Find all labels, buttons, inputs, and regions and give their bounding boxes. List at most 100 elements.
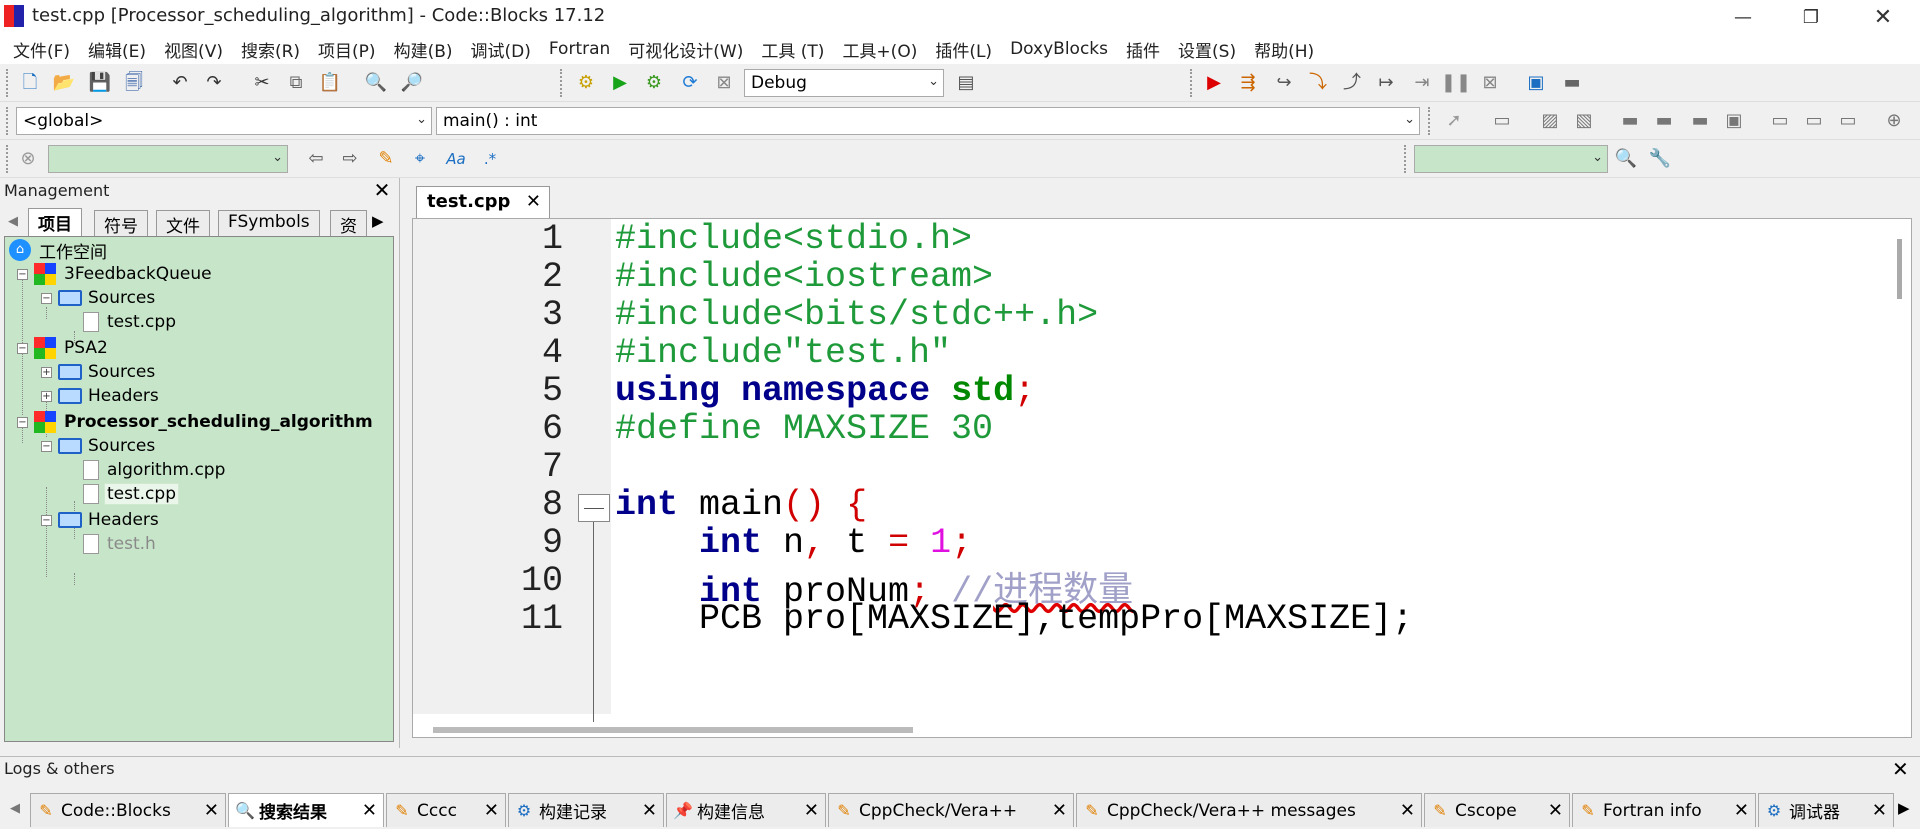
menu-plugins[interactable]: 插件(L) [926, 37, 1001, 62]
undo-icon[interactable]: ↶ [166, 69, 194, 97]
collapse-icon[interactable]: − [17, 268, 28, 280]
step-into-icon[interactable]: ⤵ [1304, 69, 1332, 97]
border-2-icon[interactable]: ▭ [1800, 107, 1828, 135]
next-instruction-icon[interactable]: ↦ [1372, 69, 1400, 97]
sizer-2-icon[interactable]: ▬ [1650, 107, 1678, 135]
close-tab-icon[interactable]: ✕ [1052, 800, 1067, 821]
build-target-select[interactable]: Debug ⌄ [744, 69, 944, 97]
menu-build[interactable]: 构建(B) [385, 37, 462, 62]
incremental-search-input[interactable]: ⌄ [48, 145, 288, 173]
menu-help[interactable]: 帮助(H) [1245, 37, 1323, 62]
wrench-icon[interactable]: 🔧 [1646, 145, 1674, 173]
menu-debug[interactable]: 调试(D) [462, 37, 540, 62]
log-tab-build-messages[interactable]: 📌 构建信息 ✕ [666, 793, 826, 827]
log-tab-fortran-info[interactable]: ✎ Fortran info ✕ [1572, 793, 1756, 827]
log-tab-cccc[interactable]: ✎ Cccc ✕ [386, 793, 506, 827]
menu-settings[interactable]: 设置(S) [1169, 37, 1245, 62]
border-3-icon[interactable]: ▭ [1834, 107, 1862, 135]
minimize-button[interactable]: — [1714, 0, 1772, 34]
search-icon[interactable]: 🔍 [1612, 145, 1640, 173]
restore-button[interactable]: ❐ [1782, 0, 1840, 34]
tab-projects[interactable]: 项目 [28, 208, 82, 236]
menu-tools-plus[interactable]: 工具+(O) [833, 37, 926, 62]
vertical-scrollbar[interactable] [1897, 239, 1902, 299]
tab-files[interactable]: 文件 [156, 210, 210, 237]
abort-icon[interactable]: ⊠ [710, 69, 738, 97]
cut-icon[interactable]: ✂ [248, 69, 276, 97]
rebuild-icon[interactable]: ⟳ [676, 69, 704, 97]
tree-project-processor-scheduling[interactable]: − Processor_scheduling_algorithm [17, 409, 375, 435]
tree-file-algorithm-cpp[interactable]: algorithm.cpp [83, 457, 227, 483]
close-icon[interactable]: ✕ [1892, 757, 1909, 781]
close-tab-icon[interactable]: ✕ [526, 191, 541, 212]
target-options-icon[interactable]: ▤ [952, 69, 980, 97]
dialog-icon[interactable]: ▧ [1570, 107, 1598, 135]
close-tab-icon[interactable]: ✕ [1872, 800, 1887, 821]
sizer-4-icon[interactable]: ▣ [1720, 107, 1748, 135]
find-next-icon[interactable]: ⇨ [336, 145, 364, 173]
menu-plugins-2[interactable]: 插件 [1117, 37, 1169, 62]
function-select[interactable]: main() : int ⌄ [436, 107, 1420, 135]
tab-scroll-right-icon[interactable]: ▶ [372, 212, 384, 230]
toolbar-grip[interactable] [1190, 69, 1196, 97]
collapse-icon[interactable]: − [17, 342, 28, 354]
close-tab-icon[interactable]: ✕ [1548, 800, 1563, 821]
collapse-icon[interactable]: − [17, 416, 28, 428]
collapse-icon[interactable]: − [41, 440, 52, 452]
selected-text-only-icon[interactable]: ⌖ [406, 145, 434, 173]
editor-tab-test-cpp[interactable]: test.cpp ✕ [416, 186, 550, 218]
close-tab-icon[interactable]: ✕ [804, 800, 819, 821]
menu-search[interactable]: 搜索(R) [232, 37, 309, 62]
replace-icon[interactable]: 🔎 [398, 69, 426, 97]
pause-icon[interactable]: ❚❚ [1441, 69, 1471, 97]
menu-file[interactable]: 文件(F) [4, 37, 79, 62]
save-icon[interactable]: 💾 [86, 69, 114, 97]
toolbar-grip[interactable] [1428, 107, 1434, 135]
stop-debugger-icon[interactable]: ⊠ [1476, 69, 1504, 97]
tab-scroll-left-icon[interactable]: ◀ [8, 214, 18, 229]
log-tab-cscope[interactable]: ✎ Cscope ✕ [1424, 793, 1570, 827]
debugging-windows-icon[interactable]: ▣ [1522, 69, 1550, 97]
step-into-instruction-icon[interactable]: ⇥ [1408, 69, 1436, 97]
tree-folder-sources[interactable]: − Sources [41, 433, 157, 459]
close-tab-icon[interactable]: ✕ [642, 800, 657, 821]
fold-toggle-icon[interactable] [578, 494, 610, 522]
expand-icon[interactable]: + [41, 390, 52, 402]
menu-fortran[interactable]: Fortran [540, 39, 619, 59]
menu-visual-design[interactable]: 可视化设计(W) [619, 37, 752, 62]
collapse-icon[interactable]: − [41, 292, 52, 304]
regex-icon[interactable]: .* [476, 145, 504, 173]
close-window-button[interactable]: ✕ [1854, 0, 1912, 34]
log-tab-debugger[interactable]: ⚙ 调试器 ✕ [1758, 793, 1894, 827]
close-tab-icon[interactable]: ✕ [204, 800, 219, 821]
debug-continue-icon[interactable]: ▶ [1200, 69, 1228, 97]
save-all-icon[interactable]: 🗐 [120, 69, 148, 97]
new-file-icon[interactable]: 🗋 [16, 69, 44, 97]
find-previous-icon[interactable]: ⇦ [302, 145, 330, 173]
toolbar-grip[interactable] [6, 145, 12, 173]
tree-file-test-h[interactable]: test.h [83, 531, 158, 557]
close-tab-icon[interactable]: ✕ [362, 800, 377, 821]
build-and-run-icon[interactable]: ⚙ [640, 69, 668, 97]
clear-icon[interactable]: ⊗ [14, 145, 42, 173]
tab-resources[interactable]: 资 [330, 210, 367, 237]
highlight-icon[interactable]: ✎ [372, 145, 400, 173]
menu-tools[interactable]: 工具 (T) [752, 37, 833, 62]
run-icon[interactable]: ▶ [606, 69, 634, 97]
tab-scroll-left-icon[interactable]: ◀ [10, 801, 20, 816]
match-case-icon[interactable]: Aa [442, 145, 470, 173]
collapse-icon[interactable]: − [41, 514, 52, 526]
run-to-cursor-icon[interactable]: ⇶ [1234, 69, 1262, 97]
sizer-icon[interactable]: ▬ [1616, 107, 1644, 135]
next-line-icon[interactable]: ↪ [1270, 69, 1298, 97]
build-icon[interactable]: ⚙ [572, 69, 600, 97]
tree-file-test-cpp-selected[interactable]: test.cpp [83, 481, 179, 507]
toolbar-grip[interactable] [1404, 145, 1410, 173]
log-tab-build-log[interactable]: ⚙ 构建记录 ✕ [508, 793, 664, 827]
sizer-3-icon[interactable]: ▬ [1686, 107, 1714, 135]
toolbar-grip[interactable] [6, 69, 12, 97]
log-tab-search-results[interactable]: 🔍 搜索结果 ✕ [228, 793, 384, 827]
toolbar-grip[interactable] [6, 107, 12, 135]
expand-icon[interactable]: + [41, 366, 52, 378]
toolbar-grip[interactable] [560, 69, 566, 97]
